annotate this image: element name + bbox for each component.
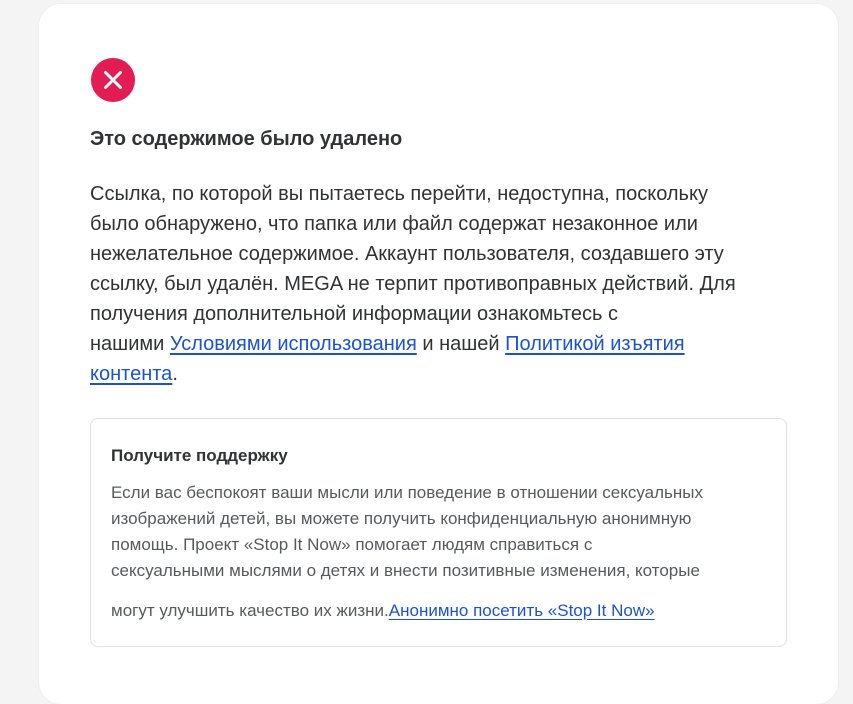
description-line: Ссылка, по которой вы пытаетесь перейти,… xyxy=(90,183,708,205)
support-last-line: могут улучшить качество их жизни.Анонимн… xyxy=(111,598,781,624)
get-support-box: Получите поддержку Если вас беспокоят ва… xyxy=(90,418,787,647)
support-line: помощь. Проект «Stop It Now» помогает лю… xyxy=(111,535,593,554)
support-title: Получите поддержку xyxy=(111,446,288,465)
page-title: Это содержимое было удалено xyxy=(90,128,403,150)
support-line: Если вас беспокоят ваши мысли или поведе… xyxy=(111,483,704,502)
terms-of-service-link[interactable]: Условиями использования xyxy=(170,333,417,355)
description-line-links-end: контента. xyxy=(90,359,790,389)
takedown-policy-link-continued[interactable]: контента xyxy=(90,363,172,385)
support-line: сексуальными мыслями о детях и внести по… xyxy=(111,561,700,580)
support-line: изображений детей, вы можете получить ко… xyxy=(111,509,692,528)
description-line-links: нашими Условиями использования и нашей П… xyxy=(90,329,790,359)
description-line: было обнаружено, что папка или файл соде… xyxy=(90,213,698,235)
error-x-icon xyxy=(91,58,135,102)
links-middle: и нашей xyxy=(416,333,506,355)
takedown-policy-link[interactable]: Политикой изъятия xyxy=(505,333,684,355)
content-removed-card: Это содержимое было удалено Ссылка, по к… xyxy=(39,4,838,704)
stop-it-now-link[interactable]: Анонимно посетить «Stop It Now» xyxy=(389,601,655,620)
support-text: Если вас беспокоят ваши мысли или поведе… xyxy=(111,480,781,624)
links-suffix: . xyxy=(172,363,178,385)
description-line: получения дополнительной информации озна… xyxy=(90,303,619,325)
description-line: нежелательное содержимое. Аккаунт пользо… xyxy=(90,243,724,265)
links-prefix: нашими xyxy=(90,333,170,355)
description-line: ссылку, был удалён. MEGA не терпит проти… xyxy=(90,273,736,295)
takedown-policy-link-text[interactable]: Политикой изъятия xyxy=(505,333,684,355)
support-last-line-text: могут улучшить качество их жизни. xyxy=(111,601,389,620)
removal-description: Ссылка, по которой вы пытаетесь перейти,… xyxy=(90,179,790,389)
